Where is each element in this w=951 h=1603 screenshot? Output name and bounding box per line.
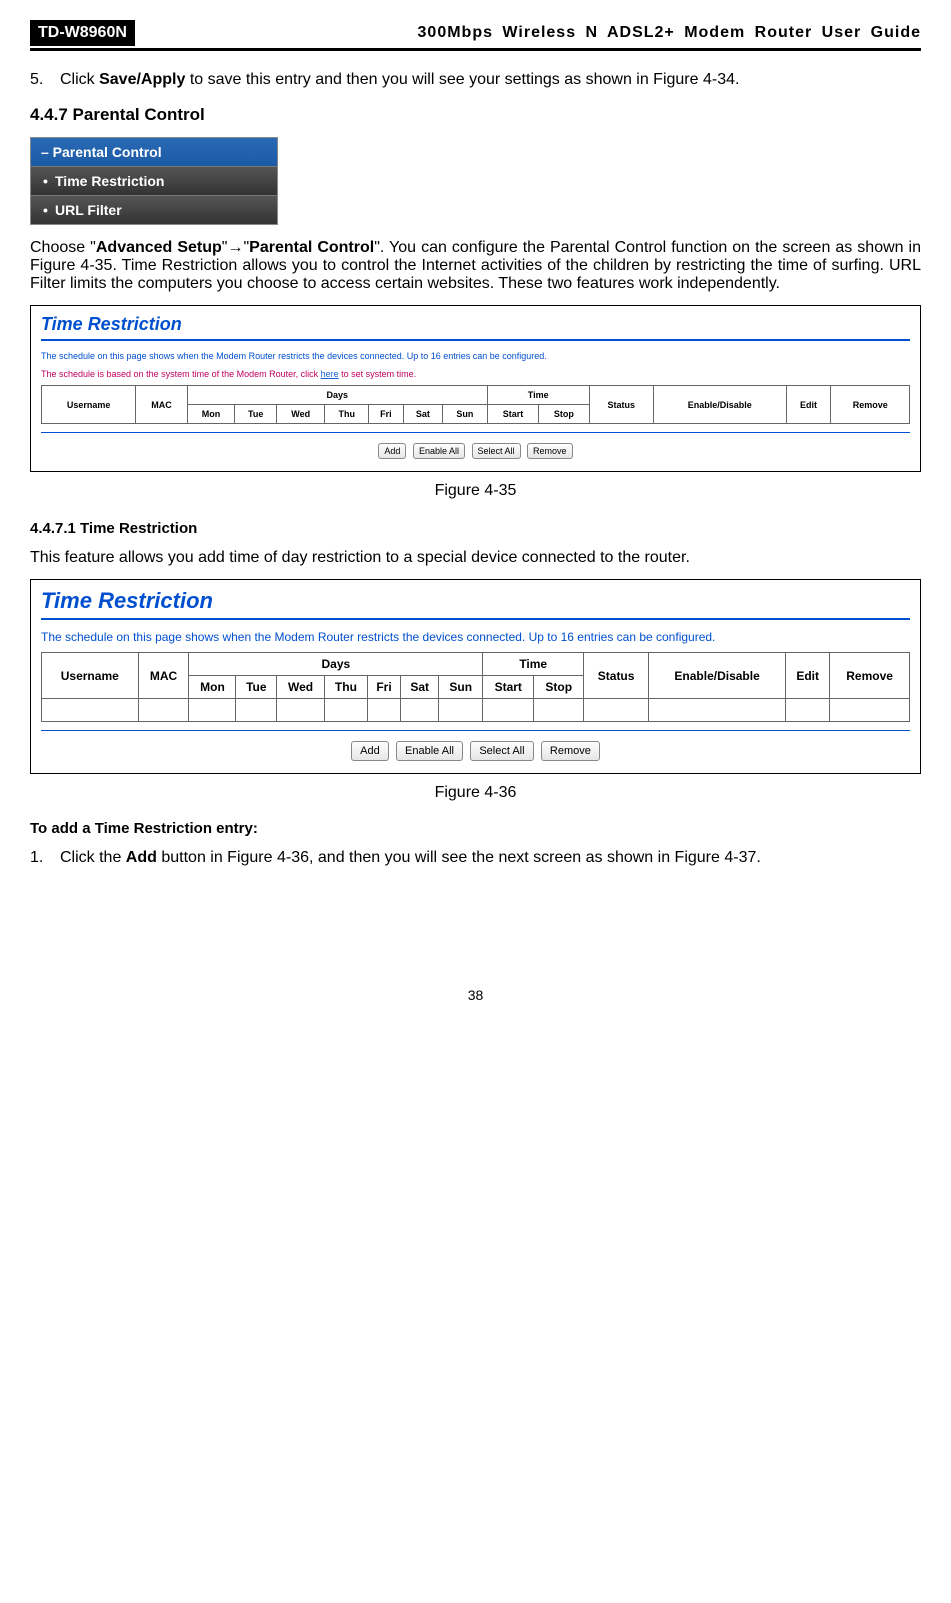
col-enable: Enable/Disable	[653, 386, 786, 424]
remove-button[interactable]: Remove	[527, 443, 573, 459]
model-badge: TD-W8960N	[30, 20, 135, 46]
here-link[interactable]: here	[321, 369, 339, 379]
nav-title[interactable]: – Parental Control	[31, 138, 277, 166]
add-entry-heading: To add a Time Restriction entry:	[30, 820, 921, 837]
section-44711: 4.4.7.1 Time Restriction	[30, 520, 921, 537]
add-button[interactable]: Add	[378, 443, 406, 459]
enable-all-button[interactable]: Enable All	[396, 741, 463, 761]
figure-4-36-screenshot: Time Restriction The schedule on this pa…	[30, 579, 921, 774]
schedule-note: The schedule on this page shows when the…	[41, 351, 910, 361]
step-5: 5. Click Save/Apply to save this entry a…	[30, 71, 921, 89]
col-edit: Edit	[786, 386, 831, 424]
select-all-button[interactable]: Select All	[470, 741, 533, 761]
button-row: Add Enable All Select All Remove	[41, 443, 910, 459]
step-1: 1. Click the Add button in Figure 4-36, …	[30, 849, 921, 867]
col-status: Status	[589, 386, 653, 424]
select-all-button[interactable]: Select All	[472, 443, 521, 459]
time-restriction-title: Time Restriction	[41, 314, 910, 335]
intro-paragraph: Choose "Advanced Setup"→"Parental Contro…	[30, 239, 921, 293]
enable-all-button[interactable]: Enable All	[413, 443, 465, 459]
col-username: Username	[42, 386, 136, 424]
step-number: 1.	[30, 849, 60, 867]
time-restriction-table: Username MAC Days Time Status Enable/Dis…	[41, 385, 910, 424]
step-text: Click the Add button in Figure 4-36, and…	[60, 849, 921, 867]
doc-title: 300Mbps Wireless N ADSL2+ Modem Router U…	[143, 24, 921, 42]
step-text: Click Save/Apply to save this entry and …	[60, 71, 921, 89]
col-remove: Remove	[830, 653, 910, 699]
col-username: Username	[42, 653, 139, 699]
col-time: Time	[487, 386, 589, 405]
figure-4-35-screenshot: Time Restriction The schedule on this pa…	[30, 305, 921, 472]
col-enable: Enable/Disable	[649, 653, 786, 699]
page-number: 38	[30, 987, 921, 1003]
section-447: 4.4.7 Parental Control	[30, 105, 921, 125]
time-restriction-title: Time Restriction	[41, 588, 910, 614]
col-remove: Remove	[831, 386, 910, 424]
step-number: 5.	[30, 71, 60, 89]
remove-button[interactable]: Remove	[541, 741, 600, 761]
col-days: Days	[189, 653, 483, 676]
nav-time-restriction[interactable]: Time Restriction	[31, 166, 277, 195]
add-button[interactable]: Add	[351, 741, 389, 761]
figure-4-36-caption: Figure 4-36	[30, 784, 921, 802]
nav-url-filter[interactable]: URL Filter	[31, 195, 277, 224]
button-row: Add Enable All Select All Remove	[41, 741, 910, 761]
page-header: TD-W8960N 300Mbps Wireless N ADSL2+ Mode…	[30, 20, 921, 51]
time-restriction-paragraph: This feature allows you add time of day …	[30, 549, 921, 567]
col-days: Days	[187, 386, 487, 405]
schedule-note: The schedule on this page shows when the…	[41, 630, 910, 644]
col-time: Time	[483, 653, 584, 676]
parental-control-nav: – Parental Control Time Restriction URL …	[30, 137, 278, 225]
col-edit: Edit	[786, 653, 830, 699]
col-status: Status	[584, 653, 649, 699]
figure-4-35-caption: Figure 4-35	[30, 482, 921, 500]
col-mac: MAC	[138, 653, 189, 699]
time-restriction-table: Username MAC Days Time Status Enable/Dis…	[41, 652, 910, 722]
col-mac: MAC	[136, 386, 187, 424]
system-time-note: The schedule is based on the system time…	[41, 369, 910, 379]
